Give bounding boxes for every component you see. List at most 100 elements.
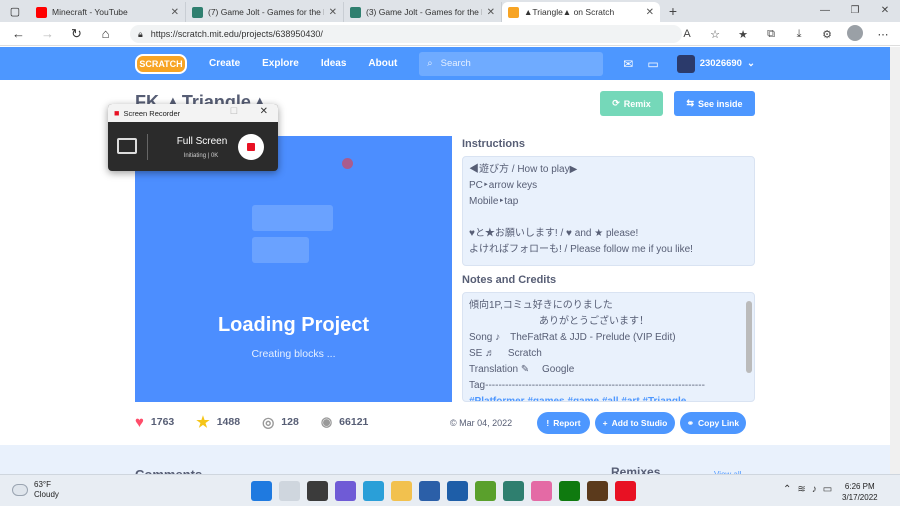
minimize-icon[interactable]: — <box>810 0 840 22</box>
favorites-icon[interactable]: ★ <box>732 28 754 41</box>
notes-box[interactable]: 傾向1P,コミュ好きにのりました ありがとうございます！ Song ♪ TheF… <box>462 292 755 402</box>
star-icon: ★ <box>196 414 210 431</box>
remix-button[interactable]: ⟳ Remix <box>600 91 663 116</box>
report-label: Report <box>553 418 581 428</box>
new-tab-button[interactable]: + <box>660 3 686 19</box>
loading-block-icon <box>252 205 333 231</box>
instructions-line <box>469 210 748 226</box>
copyright-icon: © <box>450 418 457 428</box>
search-input[interactable]: ⌕ Search <box>419 51 604 76</box>
clock-time: 6:26 PM <box>844 482 875 491</box>
read-aloud-icon[interactable]: A <box>676 28 698 40</box>
profile-icon[interactable] <box>844 24 866 44</box>
love-stat[interactable]: ♥ 1763 <box>135 414 174 431</box>
youtube-icon <box>36 6 47 18</box>
clock[interactable]: 6:26 PM 3/17/2022 <box>842 481 878 503</box>
close-icon[interactable]: ✕ <box>260 106 268 117</box>
chat-icon[interactable] <box>335 481 356 501</box>
close-tab-icon[interactable]: ✕ <box>487 7 495 18</box>
copy-link-button[interactable]: ⚭ Copy Link <box>680 412 746 434</box>
start-icon[interactable] <box>251 481 272 501</box>
edge-icon[interactable] <box>363 481 384 501</box>
battery-icon[interactable]: ▭ <box>823 484 832 495</box>
weather-widget[interactable]: 63°F Cloudy <box>12 480 59 500</box>
recorder-titlebar[interactable]: ■ Screen Recorder ☐ ✕ <box>108 104 278 122</box>
restore-icon[interactable]: ❐ <box>840 0 870 22</box>
stop-record-button[interactable] <box>238 134 264 160</box>
close-tab-icon[interactable]: ✕ <box>646 7 654 18</box>
weather-condition: Cloudy <box>34 490 59 499</box>
project-stage[interactable]: Loading Project Creating blocks ... <box>135 136 452 402</box>
screen-recorder-window: ■ Screen Recorder ☐ ✕ Full Screen Initia… <box>108 104 278 171</box>
see-inside-button[interactable]: ⇆ See inside <box>674 91 755 116</box>
tab-youtube[interactable]: Minecraft - YouTube ✕ <box>30 2 186 22</box>
notes-line: ありがとうございます！ <box>469 316 649 327</box>
favorite-star-icon[interactable]: ☆ <box>704 28 726 41</box>
tab-title: (3) Game Jolt - Games for the lo <box>366 7 482 17</box>
game-icon[interactable] <box>587 481 608 501</box>
recorder-status: Initiating | 0K <box>183 153 219 159</box>
tags-line[interactable]: #Platformer #games #game #all #art #Tria… <box>469 394 748 401</box>
paint-icon[interactable] <box>531 481 552 501</box>
tab-scratch[interactable]: ▲Triangle▲ on Scratch ✕ <box>502 2 660 22</box>
back-icon[interactable]: ← <box>4 26 33 41</box>
task-view-icon[interactable] <box>307 481 328 501</box>
add-to-studio-button[interactable]: + Add to Studio <box>595 412 675 434</box>
chevron-up-icon[interactable]: ⌃ <box>783 484 791 495</box>
notes-line: 傾向1P,コミュ好きにのりました <box>469 300 613 311</box>
recorder-app-icon: ■ <box>114 108 120 118</box>
monitor-icon[interactable] <box>117 138 137 154</box>
favorite-count: 1488 <box>216 416 241 428</box>
nav-create[interactable]: Create <box>209 58 240 69</box>
see-inside-icon: ⇆ <box>686 98 694 108</box>
close-window-icon[interactable]: ✕ <box>870 0 900 22</box>
extensions-icon[interactable]: ⚙ <box>816 28 838 41</box>
xbox-icon[interactable] <box>559 481 580 501</box>
wifi-icon[interactable]: ≋ <box>797 484 805 495</box>
tab-title: Minecraft - YouTube <box>52 7 128 17</box>
home-icon[interactable]: ⌂ <box>91 26 120 41</box>
notes-scrollbar[interactable] <box>746 301 752 373</box>
instructions-line: Mobile‣tap <box>469 196 519 207</box>
more-menu-icon[interactable]: ⋯ <box>872 28 894 41</box>
report-icon: ! <box>546 418 550 428</box>
collections-icon[interactable]: ⧉ <box>760 28 782 41</box>
project-stats: ♥ 1763 ★ 1488 ◎ 128 ◉ 66121 <box>135 413 368 432</box>
remix-label: Remix <box>623 98 651 109</box>
capture-mode[interactable]: Full Screen <box>174 136 230 147</box>
close-tab-icon[interactable]: ✕ <box>329 7 337 18</box>
minecraft-icon[interactable] <box>475 481 496 501</box>
browser-tab-bar: ▢ Minecraft - YouTube ✕ (7) Game Jolt - … <box>0 0 900 22</box>
nav-explore[interactable]: Explore <box>262 58 299 69</box>
refresh-icon[interactable]: ↻ <box>62 26 91 42</box>
mail-icon[interactable] <box>447 481 468 501</box>
nav-ideas[interactable]: Ideas <box>321 58 347 69</box>
status-text: Initiating <box>183 153 207 159</box>
messages-icon[interactable]: ✉ <box>623 57 633 71</box>
account-menu[interactable]: 23026690 ⌄ <box>676 54 755 73</box>
volume-icon[interactable]: ♪ <box>812 484 817 495</box>
clock-date: 3/17/2022 <box>842 493 878 502</box>
temperature: 63°F <box>34 480 51 489</box>
favorite-stat[interactable]: ★ 1488 <box>196 413 240 431</box>
tab-gamejolt-1[interactable]: (7) Game Jolt - Games for the lo ✕ <box>186 2 344 22</box>
url-field[interactable]: 🔒︎ https://scratch.mit.edu/projects/6389… <box>130 25 682 43</box>
search-icon[interactable] <box>279 481 300 501</box>
tab-gamejolt-2[interactable]: (3) Game Jolt - Games for the lo ✕ <box>344 2 502 22</box>
see-inside-label: See inside <box>698 98 743 109</box>
nav-about[interactable]: About <box>368 58 397 69</box>
tab-actions-icon[interactable]: ▢ <box>0 0 30 22</box>
file-explorer-icon[interactable] <box>391 481 412 501</box>
gamejolt-icon[interactable] <box>503 481 524 501</box>
download-icon[interactable]: ⤓ <box>788 28 810 41</box>
scratch-logo[interactable]: SCRATCH <box>135 53 187 74</box>
notes-line: Tag-------------------------------------… <box>469 380 705 391</box>
store-icon[interactable] <box>419 481 440 501</box>
page-scrollbar[interactable] <box>890 47 900 474</box>
close-tab-icon[interactable]: ✕ <box>171 7 179 18</box>
report-button[interactable]: ! Report <box>537 412 590 434</box>
my-stuff-icon[interactable]: ▭ <box>647 57 658 71</box>
love-count: 1763 <box>150 416 175 428</box>
screen-recorder-icon[interactable] <box>615 481 636 501</box>
forward-icon[interactable]: → <box>33 26 62 41</box>
